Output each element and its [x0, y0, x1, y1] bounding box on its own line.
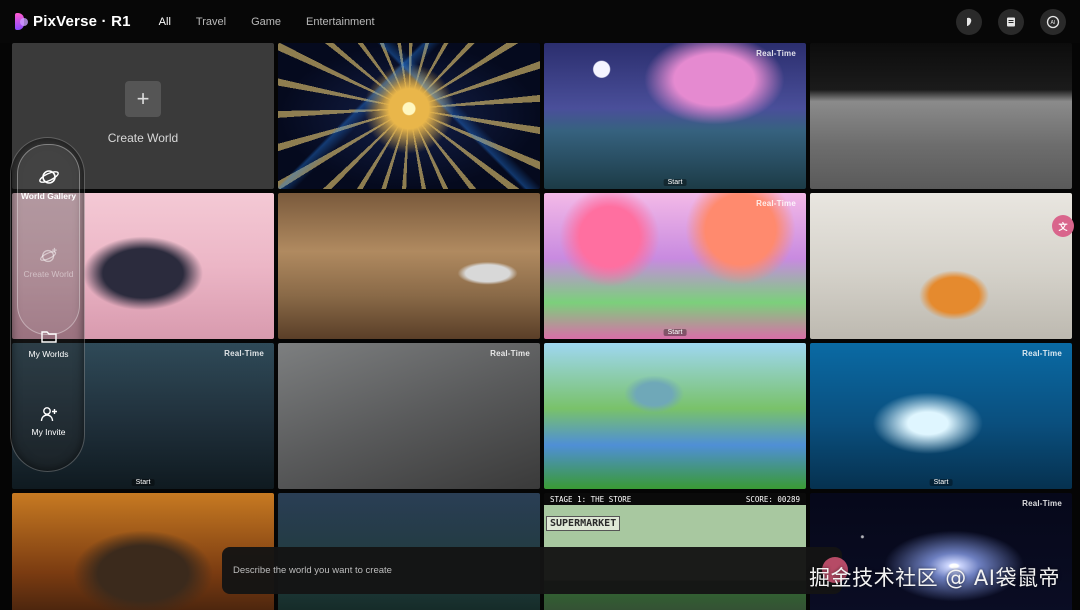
world-card-blossom-tree[interactable]: Real-Time Start	[544, 43, 806, 189]
sidebar-item-label: My Invite	[31, 427, 66, 437]
world-card-orange-cat[interactable]	[810, 193, 1072, 339]
start-label[interactable]: Start	[663, 179, 687, 186]
document-icon	[1007, 17, 1015, 27]
world-gallery-grid: + Create World Real-Time Start Real-Time…	[12, 43, 1080, 610]
tab-entertainment[interactable]: Entertainment	[306, 16, 374, 28]
folder-icon	[40, 331, 57, 343]
world-card-galaxy[interactable]: Real-Time	[810, 493, 1072, 610]
translate-chip[interactable]: 文	[1052, 215, 1074, 237]
translate-icon: 文	[1058, 221, 1068, 232]
world-card-moon-astronaut[interactable]	[810, 43, 1072, 189]
app-name: PixVerse · R1	[33, 13, 131, 30]
world-card-robot-living-room[interactable]	[278, 193, 540, 339]
world-card-battlefield[interactable]: Real-Time	[278, 343, 540, 489]
realtime-badge: Real-Time	[1022, 499, 1062, 508]
category-tabs: All Travel Game Entertainment	[159, 16, 400, 28]
tab-game[interactable]: Game	[251, 16, 281, 28]
create-world-label: Create World	[107, 131, 179, 145]
ai-badge-icon: AI	[1046, 15, 1060, 29]
prompt-placeholder: Describe the world you want to create	[233, 565, 392, 576]
world-card-fantasy-field[interactable]	[544, 343, 806, 489]
world-card-scuba-diver[interactable]: Real-Time Start	[810, 343, 1072, 489]
planet-plus-icon	[39, 247, 57, 263]
side-navigation: World Gallery Create World My Worlds My …	[10, 137, 85, 472]
pixverse-logo-icon	[15, 13, 29, 30]
discord-button[interactable]	[956, 9, 982, 35]
svg-text:AI: AI	[1051, 20, 1056, 26]
plus-icon: +	[125, 81, 161, 117]
sidebar-item-create-world[interactable]: Create World	[11, 246, 86, 279]
tab-travel[interactable]: Travel	[196, 16, 226, 28]
user-add-icon	[40, 407, 57, 422]
start-label[interactable]: Start	[929, 479, 953, 486]
world-card-fireworks[interactable]	[278, 43, 540, 189]
discord-icon	[967, 17, 972, 26]
pixel-game-hud: STAGE 1: THE STORE SCORE: 00289	[550, 495, 800, 504]
realtime-badge: Real-Time	[756, 49, 796, 58]
ai-button[interactable]: AI	[1040, 9, 1066, 35]
start-label[interactable]: Start	[131, 479, 155, 486]
sidebar-item-my-worlds[interactable]: My Worlds	[11, 326, 86, 359]
top-actions: AI	[940, 9, 1066, 35]
start-label[interactable]: Start	[663, 329, 687, 336]
pixel-stage-text: STAGE 1: THE STORE	[550, 495, 632, 504]
sidebar-item-label: World Gallery	[20, 191, 77, 201]
docs-button[interactable]	[998, 9, 1024, 35]
pixel-store-sign: SUPERMARKET	[546, 516, 621, 531]
app-logo[interactable]: PixVerse · R1	[15, 13, 131, 30]
realtime-badge: Real-Time	[224, 349, 264, 358]
watermark-text: 掘金技术社区 @ AI袋鼠帝	[809, 566, 1060, 590]
top-bar: PixVerse · R1 All Travel Game Entertainm…	[0, 0, 1080, 43]
realtime-badge: Real-Time	[490, 349, 530, 358]
tab-all[interactable]: All	[159, 16, 171, 28]
world-card-candy-forest[interactable]: Real-Time Start	[544, 193, 806, 339]
sidebar-item-label: My Worlds	[28, 349, 69, 359]
world-prompt-input[interactable]: Describe the world you want to create	[222, 547, 842, 594]
realtime-badge: Real-Time	[1022, 349, 1062, 358]
planet-icon	[38, 170, 59, 184]
sidebar-item-my-invite[interactable]: My Invite	[11, 404, 86, 437]
realtime-badge: Real-Time	[756, 199, 796, 208]
sidebar-item-label: Create World	[23, 269, 74, 279]
sidebar-item-world-gallery[interactable]: World Gallery	[11, 166, 86, 201]
pixel-score-text: SCORE: 00289	[745, 495, 800, 504]
